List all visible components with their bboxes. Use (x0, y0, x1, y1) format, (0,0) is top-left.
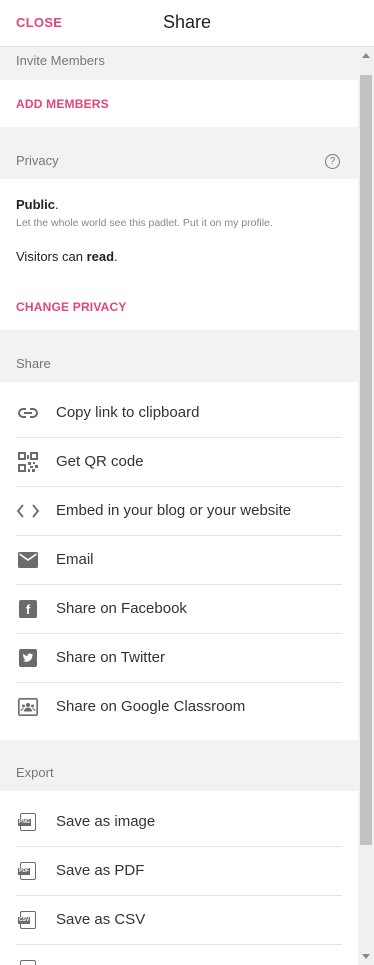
save-as-pdf-label: Save as PDF (56, 862, 145, 879)
export-options-list: PNG Save as image PDF Save as PDF CSV Sa… (0, 791, 358, 965)
visitors-prefix: Visitors can (16, 249, 87, 264)
save-as-image-label: Save as image (56, 813, 156, 830)
privacy-level-period: . (55, 197, 59, 212)
copy-link-option[interactable]: Copy link to clipboard (16, 389, 342, 438)
invite-members-section-heading: Invite Members (0, 47, 358, 80)
file-icon (16, 959, 40, 965)
qr-code-icon (16, 452, 40, 472)
email-label: Email (56, 551, 94, 568)
export-heading: Export (16, 765, 54, 780)
facebook-option[interactable]: f Share on Facebook (16, 585, 342, 634)
pdf-file-icon-text: PDF (18, 868, 30, 875)
save-as-image-option[interactable]: PNG Save as image (16, 798, 342, 847)
privacy-description: Let the whole world see this padlet. Put… (16, 217, 273, 229)
email-icon (16, 550, 40, 570)
twitter-label: Share on Twitter (56, 649, 165, 666)
save-as-csv-label: Save as CSV (56, 911, 146, 928)
share-panel-content[interactable]: Invite Members ADD MEMBERS Privacy ? Pub… (0, 47, 358, 965)
twitter-option[interactable]: Share on Twitter (16, 634, 342, 683)
visitors-suffix: . (114, 249, 118, 264)
google-classroom-icon (16, 697, 40, 717)
privacy-level: Public. (16, 197, 59, 212)
share-panel-header: CLOSE Share (0, 0, 374, 47)
share-section-heading: Share (0, 330, 358, 382)
export-option-partial[interactable] (16, 945, 342, 965)
invite-members-section: ADD MEMBERS (0, 80, 358, 127)
privacy-section: Public. Let the whole world see this pad… (0, 179, 358, 330)
panel-title: Share (162, 12, 212, 32)
email-option[interactable]: Email (16, 536, 342, 585)
copy-link-label: Copy link to clipboard (56, 404, 200, 421)
scrollbar-thumb[interactable] (360, 75, 372, 845)
invite-members-heading: Invite Members (16, 53, 105, 68)
help-icon[interactable]: ? (325, 154, 340, 169)
facebook-label: Share on Facebook (56, 600, 187, 617)
google-classroom-label: Share on Google Classroom (56, 698, 246, 715)
visitors-permission: Visitors can read. (16, 249, 118, 264)
scroll-up-arrow-icon[interactable] (362, 53, 370, 58)
export-section-heading: Export (0, 740, 358, 791)
png-file-icon: PNG (16, 812, 40, 832)
pdf-file-icon: PDF (16, 861, 40, 881)
facebook-icon: f (16, 599, 40, 619)
csv-file-icon: CSV (16, 910, 40, 930)
google-classroom-option[interactable]: Share on Google Classroom (16, 683, 342, 732)
embed-label: Embed in your blog or your website (56, 502, 292, 519)
change-privacy-button[interactable]: CHANGE PRIVACY (16, 300, 127, 314)
scroll-down-arrow-icon[interactable] (362, 954, 370, 959)
save-as-csv-option[interactable]: CSV Save as CSV (16, 896, 342, 945)
qr-code-option[interactable]: Get QR code (16, 438, 342, 487)
add-members-button[interactable]: ADD MEMBERS (16, 97, 109, 111)
qr-code-label: Get QR code (56, 453, 144, 470)
privacy-section-heading: Privacy ? (0, 127, 358, 179)
privacy-level-value: Public (16, 197, 56, 212)
scrollbar[interactable] (358, 47, 374, 965)
twitter-icon (16, 648, 40, 668)
save-as-pdf-option[interactable]: PDF Save as PDF (16, 847, 342, 896)
share-heading: Share (16, 356, 51, 371)
embed-option[interactable]: Embed in your blog or your website (16, 487, 342, 536)
embed-code-icon (16, 501, 40, 521)
csv-file-icon-text: CSV (18, 917, 31, 924)
png-file-icon-text: PNG (18, 819, 31, 826)
visitors-permission-value: read (86, 249, 115, 264)
privacy-heading: Privacy (16, 153, 59, 168)
link-icon (16, 403, 40, 423)
share-options-list: Copy link to clipboard Get QR code Embed… (0, 382, 358, 740)
